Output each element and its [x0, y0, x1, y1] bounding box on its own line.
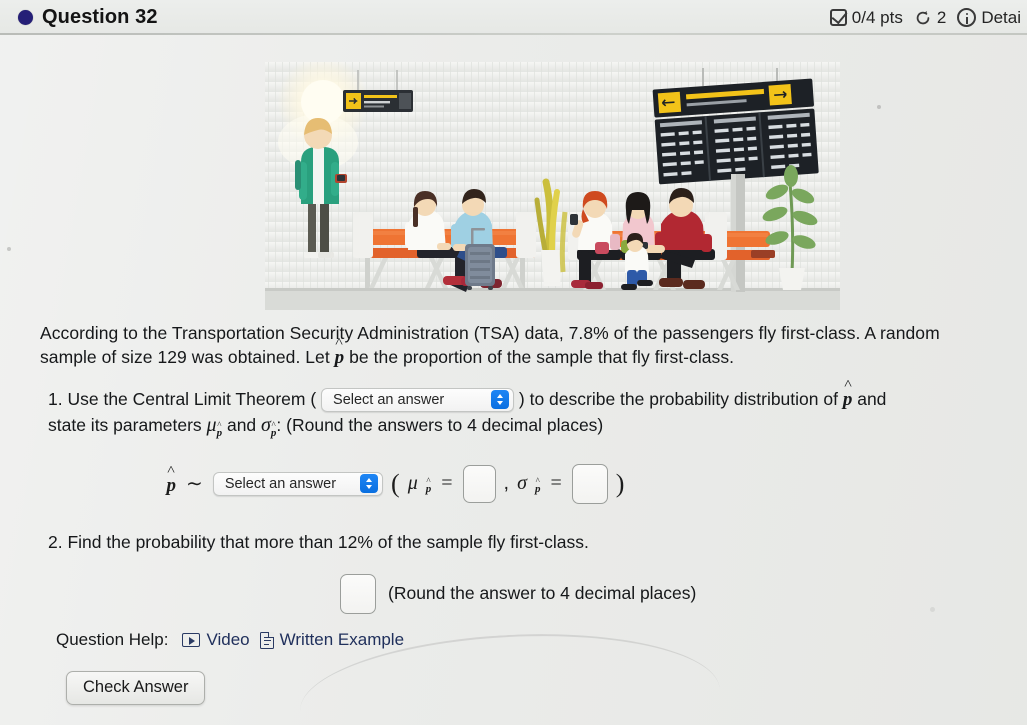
part-1-text-before: Use the Central Limit Theorem ( [67, 388, 317, 409]
part-1-line2-a: state its parameters [48, 414, 202, 435]
chevron-updown-icon[interactable] [491, 390, 510, 410]
check-square-icon [829, 9, 847, 26]
part-1-line2-c: : (Round the answers to 4 decimal places… [276, 414, 604, 435]
close-paren: ) [615, 468, 625, 498]
distribution-formula-row: p ∼ Select an answer ( μp = , σp = ) [40, 463, 1001, 504]
mu-symbol: μ [407, 472, 418, 494]
video-link-label: Video [206, 630, 250, 649]
status-bullet-icon [18, 10, 33, 25]
page-title: Question 32 [42, 6, 158, 28]
mu-symbol-inline: μ [206, 413, 217, 436]
written-example-label: Written Example [279, 630, 405, 649]
distributed-as-symbol: ∼ [186, 473, 203, 495]
chevron-updown-icon-2[interactable] [360, 474, 379, 493]
question-help-label: Question Help: [56, 630, 169, 649]
part-1-number: 1. [48, 388, 63, 409]
phat-lhs: p [167, 473, 177, 495]
written-example-link[interactable]: Written Example [259, 630, 405, 650]
problem-statement: According to the Transportation Security… [40, 322, 1001, 370]
retry-icon [914, 9, 932, 27]
details-label[interactable]: Detai [981, 8, 1021, 28]
question-title-group: Question 32 [18, 6, 158, 29]
part-1-text-after-2: and [857, 388, 887, 409]
part-2-text: Find the probability that more than 12% … [67, 531, 589, 552]
potted-plant-left-edge [559, 211, 568, 273]
question-meta: 0/4 pts 2 Detai [829, 7, 1021, 28]
info-circle-icon [957, 8, 977, 27]
part-2-number: 2. [48, 531, 63, 552]
part-2-hint: (Round the answer to 4 decimal places) [388, 583, 697, 604]
sigma-subscript-phat: p [535, 483, 541, 495]
sigma-input[interactable] [571, 463, 608, 504]
question-page: Question 32 0/4 pts 2 Detai According to… [0, 0, 1027, 725]
dust-speck-2 [877, 105, 881, 109]
sigma-symbol-inline: σ [261, 413, 271, 436]
question-body: According to the Transportation Security… [40, 322, 1001, 614]
question-help-row: Question Help: Video Written Example [56, 630, 404, 650]
part-1-line2-b: and [226, 414, 257, 435]
points-label: 0/4 pts [851, 7, 903, 27]
problem-text: According to the Transportation Security… [40, 323, 940, 367]
part-1: 1. Use the Central Limit Theorem ( Selec… [40, 387, 1001, 440]
dust-speck-1 [7, 247, 11, 251]
distribution-select[interactable]: Select an answer [212, 471, 384, 496]
open-paren: ( [391, 468, 400, 498]
clt-select[interactable]: Select an answer [321, 387, 515, 412]
airport-illustration [265, 62, 840, 310]
sigma-equals: = [550, 472, 562, 494]
mu-subscript-phat: p [426, 483, 432, 495]
points-group: 0/4 pts [829, 7, 903, 28]
question-header: Question 32 0/4 pts 2 Detai [0, 0, 1027, 35]
phat-symbol-1: p [843, 387, 853, 409]
question-footer: Question Help: Video Written Example Che… [56, 630, 404, 705]
part-1-text-after: ) to describe the probability distributi… [518, 388, 838, 409]
details-group[interactable]: Detai [957, 8, 1021, 28]
dust-speck-3 [930, 607, 935, 612]
document-icon [259, 631, 274, 649]
sigma-symbol: σ [517, 472, 527, 494]
probability-input[interactable] [340, 573, 376, 614]
part-2: 2. Find the probability that more than 1… [40, 530, 1001, 554]
check-answer-button[interactable]: Check Answer [66, 671, 206, 705]
part-2-answer-row: (Round the answer to 4 decimal places) [40, 573, 1001, 614]
clt-select-value: Select an answer [333, 391, 445, 408]
illustration-svg [265, 62, 840, 310]
mu-input[interactable] [462, 464, 496, 503]
attempts-group: 2 [914, 8, 946, 28]
distribution-select-value: Select an answer [224, 475, 337, 492]
phat-subscript-2: p [271, 426, 277, 441]
formula-comma: , [503, 472, 510, 494]
attempts-count: 2 [936, 7, 947, 27]
video-help-link[interactable]: Video [182, 630, 250, 650]
phat-subscript-1: p [217, 426, 223, 441]
video-play-icon [182, 633, 201, 647]
mu-equals: = [441, 472, 453, 494]
